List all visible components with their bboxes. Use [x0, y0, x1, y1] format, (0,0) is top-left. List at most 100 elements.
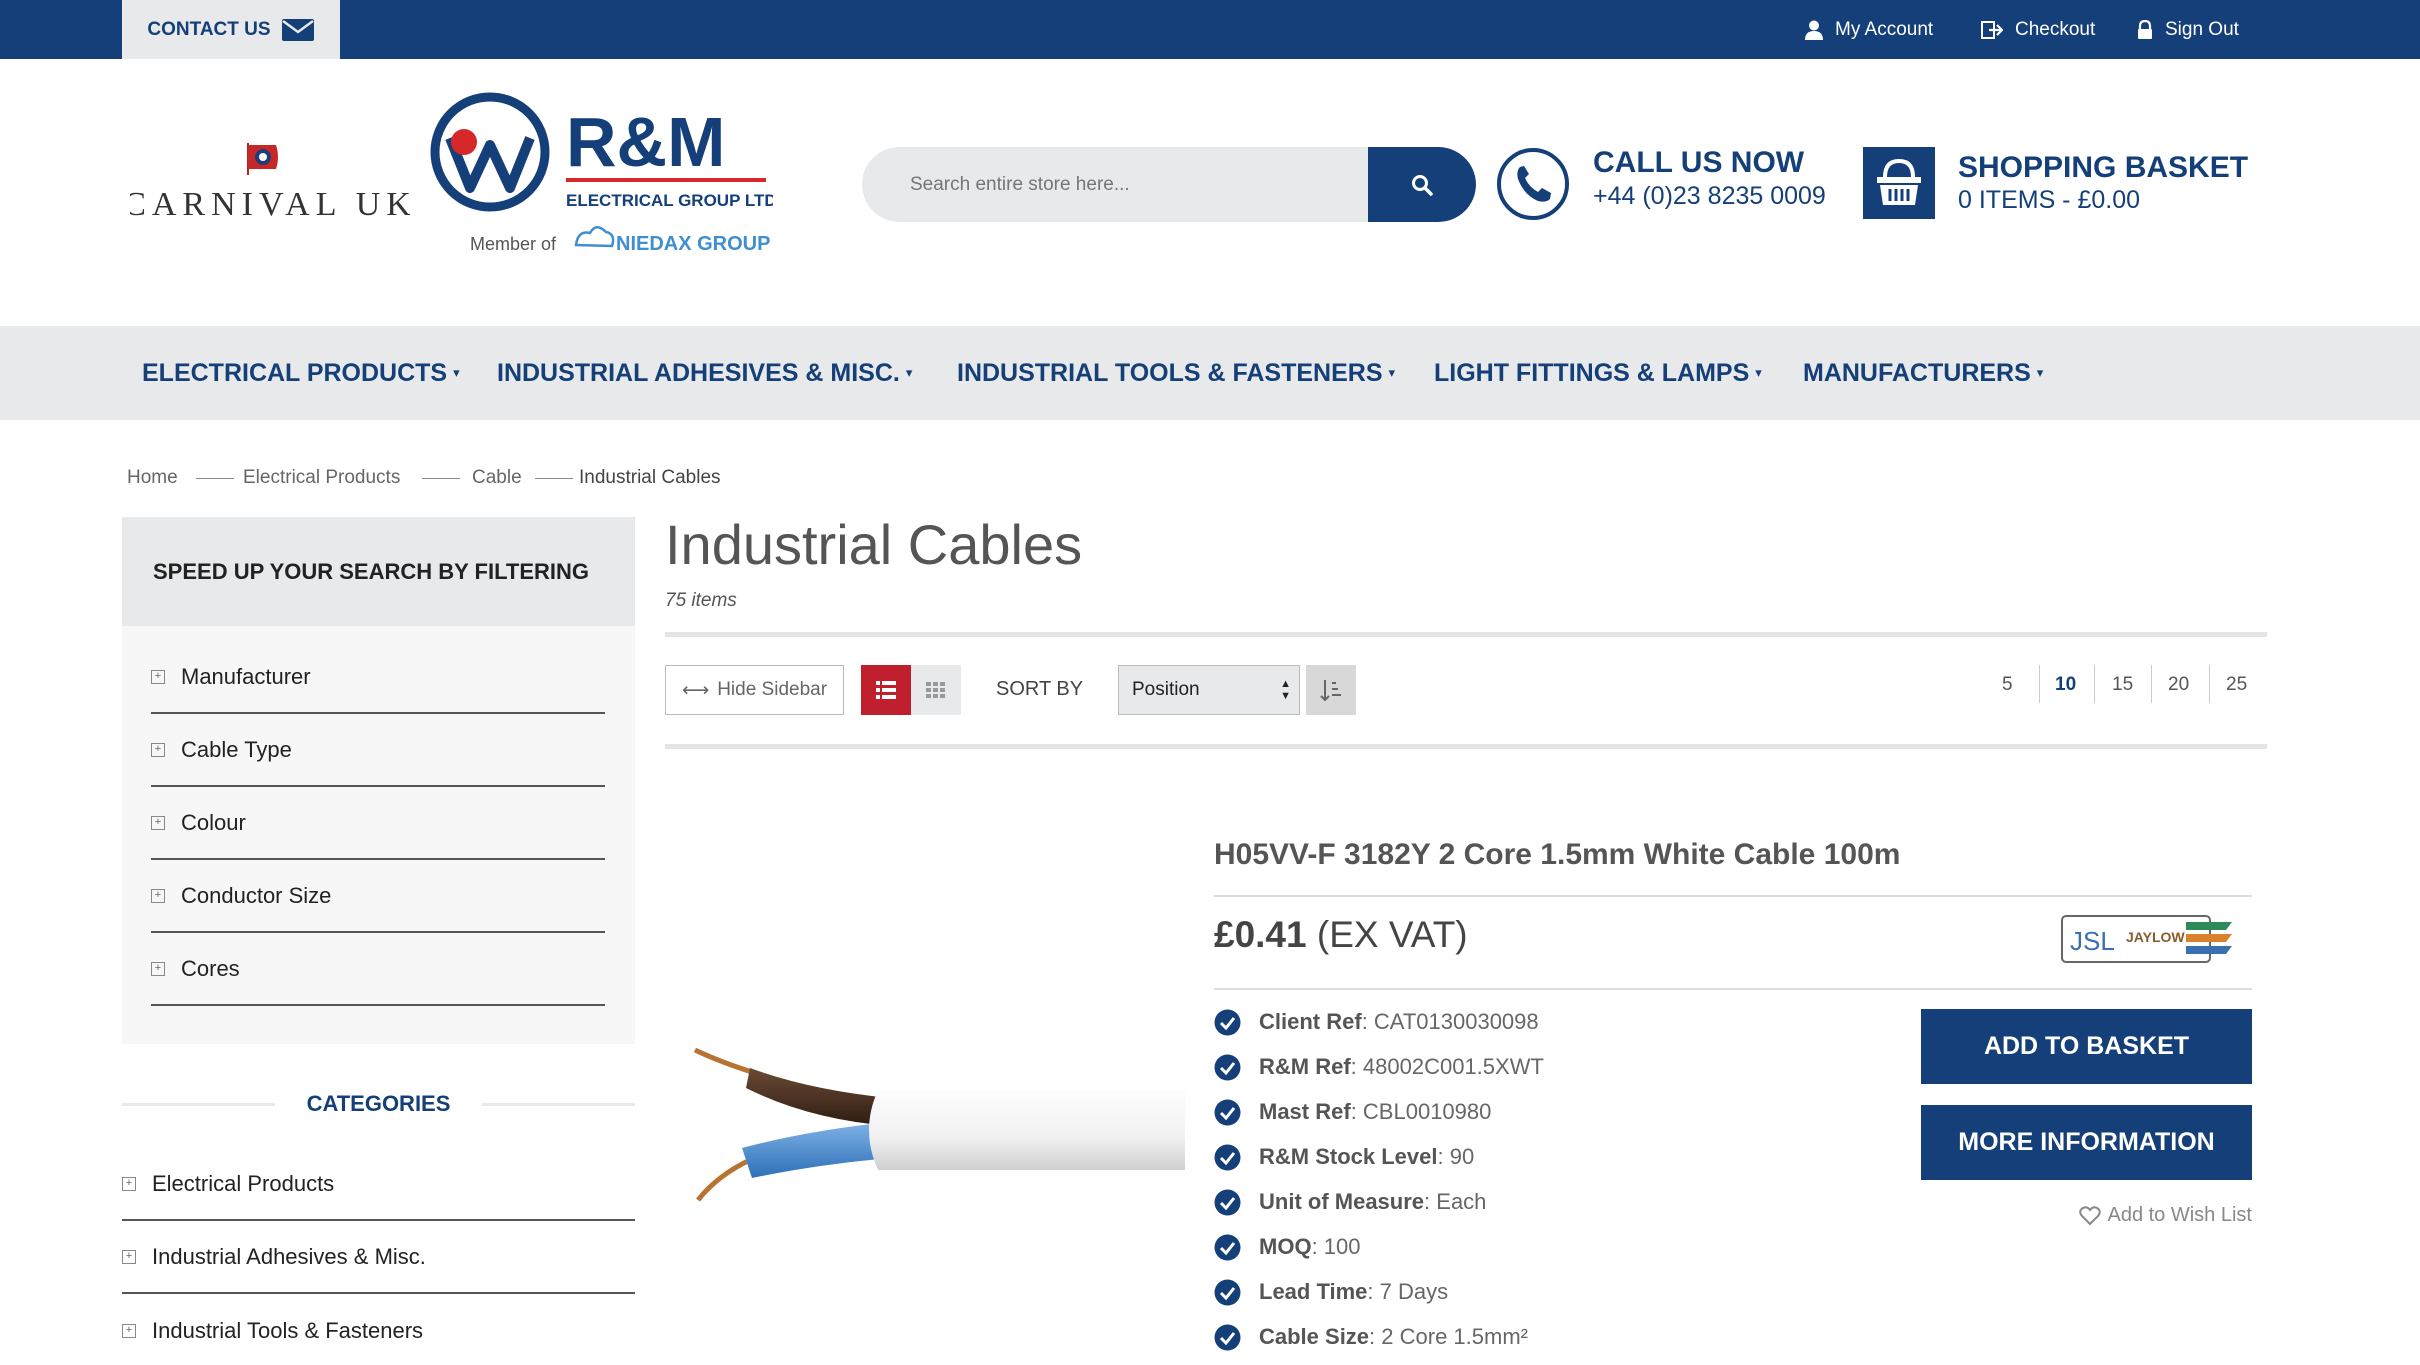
spec-key: Cable Size [1259, 1324, 1370, 1349]
nav-electrical-products[interactable]: ELECTRICAL PRODUCTS ▾ [142, 326, 460, 420]
filter-colour[interactable]: + Colour [151, 787, 605, 860]
supplier-logo: JSL JAYLOW [2061, 915, 2232, 963]
add-to-wishlist-label: Add to Wish List [2107, 1204, 2252, 1226]
sort-select[interactable]: Position ▲ ▼ [1118, 665, 1300, 715]
user-icon [1805, 20, 1823, 40]
hide-sidebar-label: Hide Sidebar [717, 679, 828, 700]
filter-label: Conductor Size [181, 882, 332, 908]
basket-button[interactable] [1863, 147, 1935, 219]
member-of-text: Member of [470, 234, 557, 254]
list-view-button[interactable] [861, 665, 911, 715]
checkout-link[interactable]: Checkout [1981, 0, 2095, 59]
product-image[interactable] [680, 1010, 1185, 1220]
page-title: Industrial Cables [665, 513, 1083, 576]
per-page-separator [2151, 665, 2152, 703]
expand-icon: + [151, 815, 165, 830]
list-icon [876, 681, 896, 699]
check-circle-icon [1214, 1009, 1241, 1035]
filter-conductor-size[interactable]: + Conductor Size [151, 860, 605, 933]
spec-value: CBL0010980 [1362, 1099, 1492, 1124]
expand-icon: + [151, 669, 165, 684]
grid-view-button[interactable] [911, 665, 961, 715]
filter-cores[interactable]: + Cores [151, 933, 605, 1006]
sort-direction-button[interactable] [1306, 665, 1356, 715]
search-button[interactable] [1368, 147, 1476, 222]
check-circle-icon [1214, 1279, 1241, 1305]
search-icon [1412, 174, 1433, 196]
rm-logo-text: R&M [566, 103, 725, 181]
category-industrial-adhesives[interactable]: + Industrial Adhesives & Misc. [122, 1221, 635, 1294]
spec-lead-time: Lead Time: 7 Days [1214, 1272, 1448, 1312]
product-name[interactable]: H05VV-F 3182Y 2 Core 1.5mm White Cable 1… [1214, 838, 1900, 872]
search-input[interactable] [862, 147, 1367, 222]
filter-label: Cores [181, 955, 240, 981]
spec-key: Mast Ref [1259, 1099, 1351, 1124]
per-page-20[interactable]: 20 [2168, 668, 2189, 702]
chevron-down-icon: ▾ [2036, 365, 2044, 380]
supplier-logo-text: JSL [2070, 926, 2115, 956]
per-page-10[interactable]: 10 [2055, 668, 2076, 702]
per-page-25[interactable]: 25 [2226, 668, 2247, 702]
chevron-down-icon: ▾ [453, 365, 460, 380]
contact-us-button[interactable]: CONTACT US [122, 0, 340, 59]
nav-light-fittings[interactable]: LIGHT FITTINGS & LAMPS ▾ [1434, 326, 1762, 420]
spec-unit-of-measure: Unit of Measure: Each [1214, 1182, 1486, 1222]
more-information-button[interactable]: MORE INFORMATION [1921, 1105, 2252, 1180]
per-page-separator [2209, 665, 2210, 703]
spec-stock-level: R&M Stock Level: 90 [1214, 1137, 1474, 1177]
filter-manufacturer[interactable]: + Manufacturer [151, 641, 605, 714]
breadcrumb-separator [535, 478, 573, 479]
call-us-number[interactable]: +44 (0)23 8235 0009 [1593, 182, 1826, 211]
nav-manufacturers[interactable]: MANUFACTURERS ▾ [1803, 326, 2043, 420]
breadcrumb-electrical-products[interactable]: Electrical Products [243, 467, 400, 489]
my-account-label: My Account [1835, 18, 1934, 40]
shopping-basket-title[interactable]: SHOPPING BASKET [1958, 151, 2248, 185]
filter-label: Colour [181, 809, 246, 835]
filter-cable-type[interactable]: + Cable Type [151, 714, 605, 787]
niedax-text: NIEDAX GROUP [616, 233, 770, 255]
my-account-link[interactable]: My Account [1805, 0, 1933, 59]
carnival-logo-text: CARNIVAL UK [130, 186, 410, 223]
sign-out-label: Sign Out [2165, 18, 2239, 40]
select-arrows-icon: ▲ ▼ [1280, 678, 1291, 702]
expand-icon: + [122, 1249, 136, 1264]
nav-label: ELECTRICAL PRODUCTS [142, 358, 448, 387]
nav-industrial-tools[interactable]: INDUSTRIAL TOOLS & FASTENERS ▾ [957, 326, 1395, 420]
heart-icon [2079, 1205, 2102, 1225]
check-circle-icon [1214, 1234, 1241, 1260]
grid-icon [926, 682, 945, 698]
spec-value: 7 Days [1379, 1279, 1449, 1304]
lock-icon [2138, 19, 2152, 39]
spec-moq: MOQ: 100 [1214, 1227, 1361, 1267]
spec-key: Lead Time [1259, 1279, 1368, 1304]
nav-industrial-adhesives[interactable]: INDUSTRIAL ADHESIVES & MISC. ▾ [497, 326, 912, 420]
spec-key: Unit of Measure [1259, 1189, 1425, 1214]
product-divider [1214, 988, 2252, 990]
spec-mast-ref: Mast Ref: CBL0010980 [1214, 1092, 1491, 1132]
expand-icon: + [151, 742, 165, 757]
spec-value: CAT0130030098 [1373, 1009, 1539, 1034]
sign-out-link[interactable]: Sign Out [2137, 0, 2239, 59]
add-to-basket-button[interactable]: ADD TO BASKET [1921, 1009, 2252, 1084]
product-price: £0.41 (EX VAT) [1214, 914, 1468, 956]
rm-electrical-logo[interactable]: R&M ELECTRICAL GROUP LTD Member of NIEDA… [428, 90, 773, 265]
spec-key: MOQ [1259, 1234, 1312, 1259]
category-electrical-products[interactable]: + Electrical Products [122, 1148, 635, 1221]
add-to-wishlist-link[interactable]: Add to Wish List [2060, 1204, 2252, 1227]
spec-client-ref: Client Ref: CAT0130030098 [1214, 1002, 1539, 1042]
spec-value: 90 [1449, 1144, 1475, 1169]
carnival-uk-logo[interactable]: CARNIVAL UK [130, 135, 410, 225]
spec-key: R&M Ref [1259, 1054, 1351, 1079]
hide-sidebar-button[interactable]: ⟷ Hide Sidebar [665, 665, 844, 715]
item-count: 75 items [665, 590, 737, 611]
breadcrumb-current: Industrial Cables [579, 467, 721, 488]
supplier-logo-subtext: JAYLOW [2126, 929, 2185, 945]
phone-icon [1497, 148, 1569, 220]
per-page-5[interactable]: 5 [2002, 668, 2013, 702]
category-industrial-tools[interactable]: + Industrial Tools & Fasteners [122, 1294, 635, 1365]
per-page-15[interactable]: 15 [2112, 668, 2133, 702]
spec-value: 100 [1323, 1234, 1361, 1259]
spec-value: Each [1436, 1189, 1487, 1214]
breadcrumb-cable[interactable]: Cable [472, 467, 522, 489]
breadcrumb-home[interactable]: Home [127, 467, 178, 489]
